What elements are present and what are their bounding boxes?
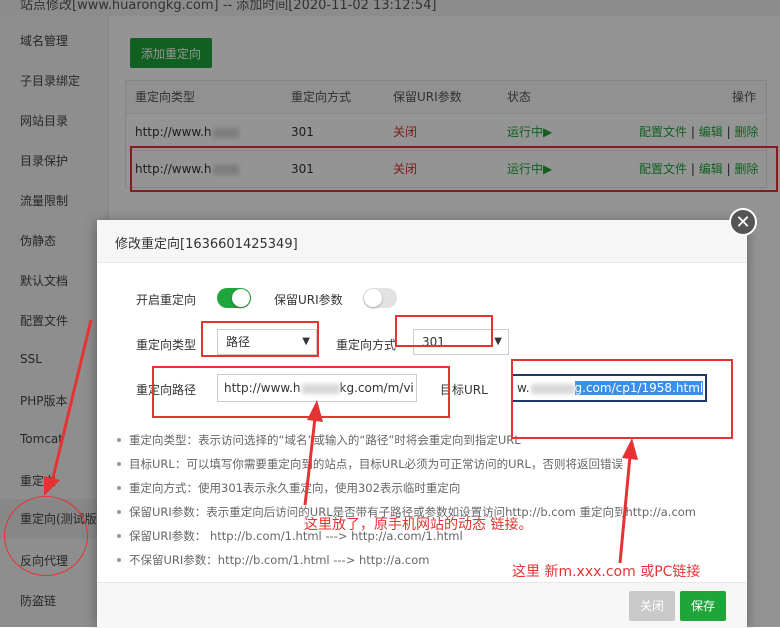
arrow-head-sidebar (44, 476, 60, 496)
arrow-head-path (307, 400, 323, 422)
arrow-line-target (618, 455, 632, 564)
arrow-line-path (303, 417, 317, 506)
arrow-head-target (622, 438, 638, 460)
annotation-note-right: 这里 新m.xxx.com 或PC链接 (512, 564, 701, 580)
arrow-line-sidebar (50, 319, 93, 483)
annotation-note-left: 这里放了，原手机网站的动态 链接。 (304, 517, 533, 533)
